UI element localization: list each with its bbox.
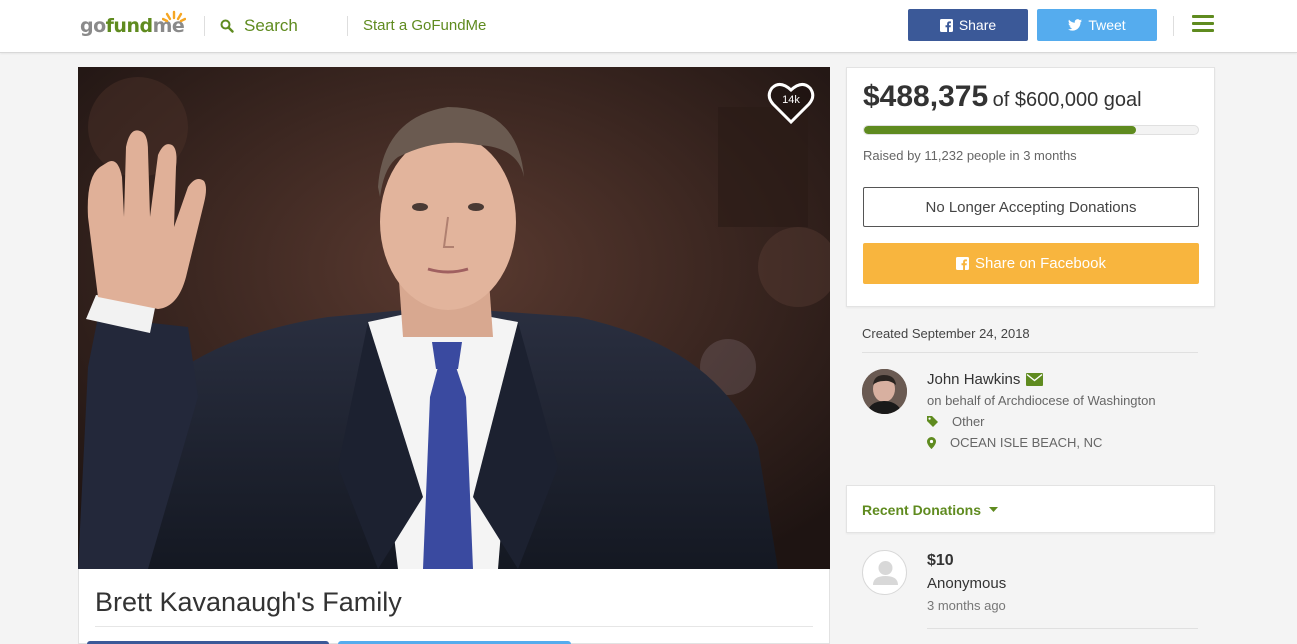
amount-raised: $488,375 [863, 80, 989, 113]
tweet-label: Tweet [1088, 17, 1126, 33]
organizer-name[interactable]: John Hawkins [927, 371, 1020, 388]
organizer-name-row: John Hawkins [927, 371, 1044, 388]
gofundme-logo[interactable]: gofundme [80, 9, 190, 41]
header-divider [347, 16, 348, 36]
header-divider [1173, 16, 1174, 36]
divider [927, 628, 1198, 629]
organizer-location: OCEAN ISLE BEACH, NC [927, 435, 1102, 450]
tweet-button[interactable]: Tweet [1037, 9, 1157, 41]
category-label[interactable]: Other [952, 414, 985, 429]
recent-donations-card: Recent Donations [846, 485, 1215, 533]
caret-down-icon [989, 507, 999, 512]
logo-fund: fund [105, 15, 153, 37]
user-placeholder-icon [873, 561, 898, 585]
search-label: Search [244, 16, 298, 35]
donation-time: 3 months ago [927, 598, 1006, 613]
created-date: Created September 24, 2018 [862, 326, 1030, 341]
share-on-facebook-button[interactable]: Share on Facebook [863, 243, 1199, 284]
no-longer-accepting-button[interactable]: No Longer Accepting Donations [863, 187, 1199, 227]
organizer-category: Other [927, 414, 985, 429]
progress-bar [863, 125, 1199, 135]
campaign-title: Brett Kavanaugh's Family [95, 587, 402, 617]
search-icon [220, 19, 234, 33]
facebook-icon [956, 257, 970, 270]
campaign-title-card: Brett Kavanaugh's Family [78, 569, 830, 644]
divider [95, 626, 813, 627]
sun-icon [162, 10, 186, 23]
donation-amount: $10 [927, 552, 954, 569]
facebook-icon [939, 18, 953, 32]
share-button[interactable]: Share [908, 9, 1028, 41]
map-pin-icon [927, 436, 936, 449]
logo-go: go [80, 15, 106, 37]
donation-summary-card: $488,375 of $600,000 goal Raised by 11,2… [846, 67, 1215, 307]
tag-icon [927, 416, 938, 427]
top-header: gofundme Search Start a GoFundMe Share T… [0, 0, 1297, 53]
share-label: Share [958, 17, 997, 33]
progress-fill [864, 126, 1136, 134]
donor-avatar [862, 550, 907, 595]
search-button[interactable]: Search [220, 15, 298, 37]
twitter-icon [1068, 19, 1083, 31]
location-label: OCEAN ISLE BEACH, NC [950, 435, 1103, 450]
raised-by-text: Raised by 11,232 people in 3 months [863, 148, 1077, 163]
start-gofundme-link[interactable]: Start a GoFundMe [363, 17, 486, 34]
campaign-photo-illustration [78, 67, 830, 569]
organizer-photo [862, 369, 907, 414]
organizer-behalf: on behalf of Archdiocese of Washington [927, 393, 1156, 408]
heart-button[interactable]: 14k [766, 80, 816, 126]
heart-count: 14k [782, 94, 800, 106]
amount-line: $488,375 of $600,000 goal [863, 80, 1142, 114]
hamburger-menu-icon[interactable] [1192, 15, 1214, 35]
header-divider [204, 16, 205, 36]
envelope-icon[interactable] [1026, 373, 1044, 386]
campaign-photo [78, 67, 830, 569]
recent-donations-toggle[interactable]: Recent Donations [862, 502, 999, 518]
share-on-facebook-label: Share on Facebook [975, 255, 1106, 272]
organizer-avatar[interactable] [862, 369, 907, 414]
donor-name: Anonymous [927, 575, 1007, 592]
goal-text: of $600,000 goal [992, 89, 1142, 111]
recent-donations-label: Recent Donations [862, 502, 982, 518]
divider [862, 352, 1198, 353]
